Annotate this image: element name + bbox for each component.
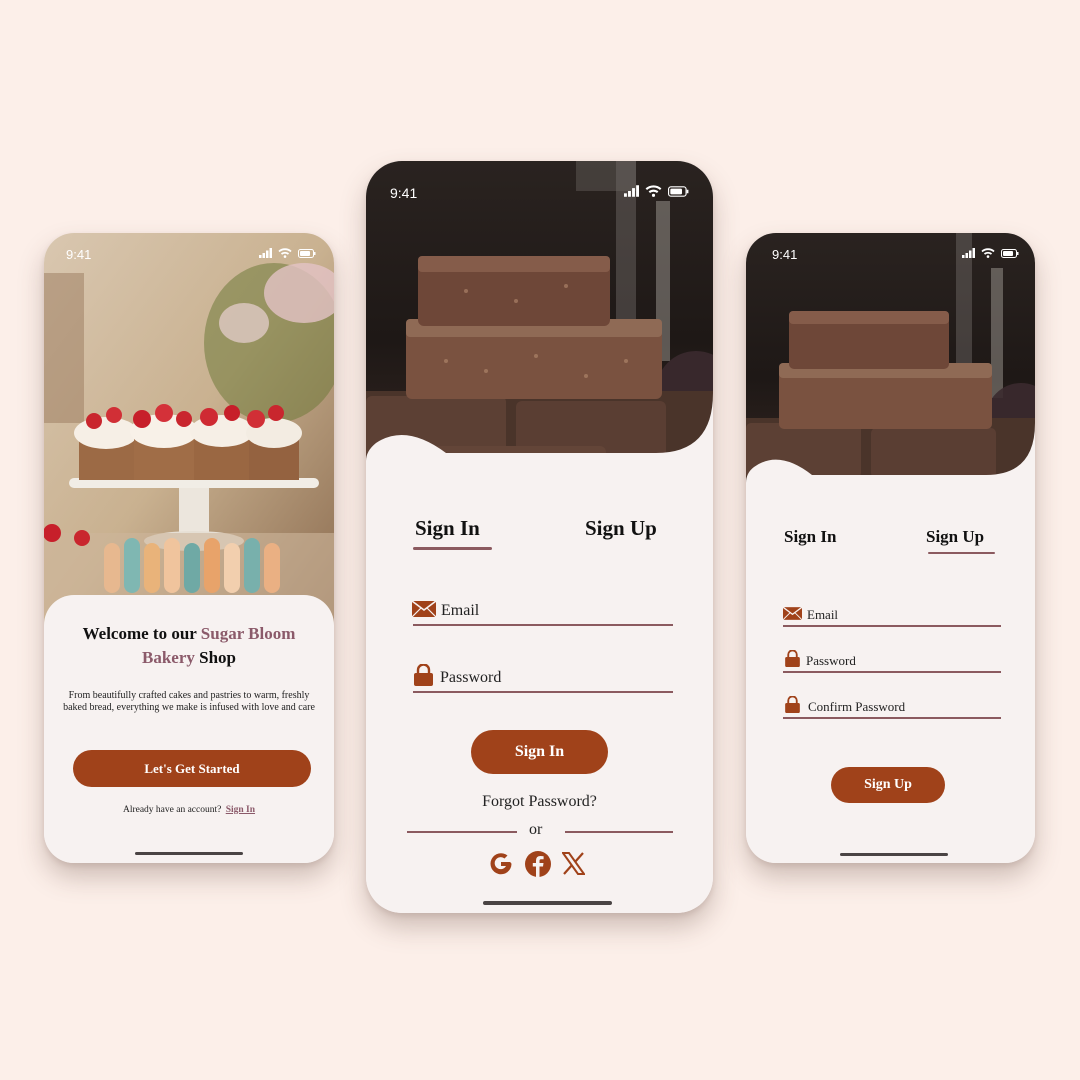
email-field[interactable]: Email xyxy=(441,602,479,620)
tab-sign-up[interactable]: Sign Up xyxy=(585,516,657,541)
status-bar: 9:41 xyxy=(746,233,1035,273)
sign-in-link[interactable]: Sign In xyxy=(226,805,255,815)
battery-icon xyxy=(1001,248,1019,258)
envelope-icon xyxy=(783,607,802,620)
google-icon[interactable] xyxy=(488,851,514,877)
wifi-icon xyxy=(645,185,662,197)
password-field[interactable]: Password xyxy=(440,669,501,687)
cupcakes-photo xyxy=(44,233,334,633)
signal-icon xyxy=(962,248,975,258)
status-bar: 9:41 xyxy=(44,233,334,273)
sign-up-button[interactable]: Sign Up xyxy=(831,767,945,803)
signal-icon xyxy=(624,185,639,197)
battery-icon xyxy=(668,185,689,197)
tab-sign-up-underline xyxy=(928,552,995,554)
status-time: 9:41 xyxy=(390,185,418,201)
wifi-icon xyxy=(981,248,995,258)
forgot-password-link[interactable]: Forgot Password? xyxy=(366,793,713,811)
divider-left xyxy=(407,831,517,833)
signal-icon xyxy=(259,248,272,258)
status-time: 9:41 xyxy=(772,247,798,262)
tab-sign-in[interactable]: Sign In xyxy=(415,516,480,541)
password-field[interactable]: Password xyxy=(806,653,856,669)
home-indicator xyxy=(483,901,612,905)
tab-sign-up[interactable]: Sign Up xyxy=(926,527,984,547)
welcome-screen: 9:41 Welcome to our Sugar Bloom Bakery S… xyxy=(44,233,334,863)
get-started-button[interactable]: Let's Get Started xyxy=(73,750,311,787)
tab-sign-in[interactable]: Sign In xyxy=(784,527,836,547)
facebook-icon[interactable] xyxy=(525,851,551,877)
email-field-underline xyxy=(783,625,1001,627)
lock-icon xyxy=(785,650,800,667)
email-field-underline xyxy=(413,624,673,626)
password-field-underline xyxy=(783,671,1001,673)
sign-in-prompt: Already have an account? Sign In xyxy=(122,805,256,815)
wifi-icon xyxy=(278,248,292,258)
confirm-password-field[interactable]: Confirm Password xyxy=(808,699,905,715)
sign-in-screen: 9:41 Sign In Sign Up Email Password Sign… xyxy=(366,161,713,913)
home-indicator xyxy=(135,852,243,855)
divider-or: or xyxy=(529,821,543,838)
sign-up-screen: 9:41 Sign In Sign Up Email Password Conf… xyxy=(746,233,1035,863)
status-time: 9:41 xyxy=(66,247,92,262)
status-bar: 9:41 xyxy=(366,161,713,201)
home-indicator xyxy=(840,853,948,856)
password-field-underline xyxy=(413,691,673,693)
email-field[interactable]: Email xyxy=(807,607,838,623)
confirm-password-field-underline xyxy=(783,717,1001,719)
divider-right xyxy=(565,831,673,833)
envelope-icon xyxy=(412,601,436,617)
welcome-description: From beautifully crafted cakes and pastr… xyxy=(63,690,315,713)
battery-icon xyxy=(298,248,316,258)
tab-sign-in-underline xyxy=(413,547,492,550)
lock-icon xyxy=(414,664,433,686)
lock-icon xyxy=(785,696,800,713)
sign-in-button[interactable]: Sign In xyxy=(471,730,608,774)
x-icon[interactable] xyxy=(562,852,585,875)
welcome-title: Welcome to our Sugar Bloom Bakery Shop xyxy=(82,624,296,667)
